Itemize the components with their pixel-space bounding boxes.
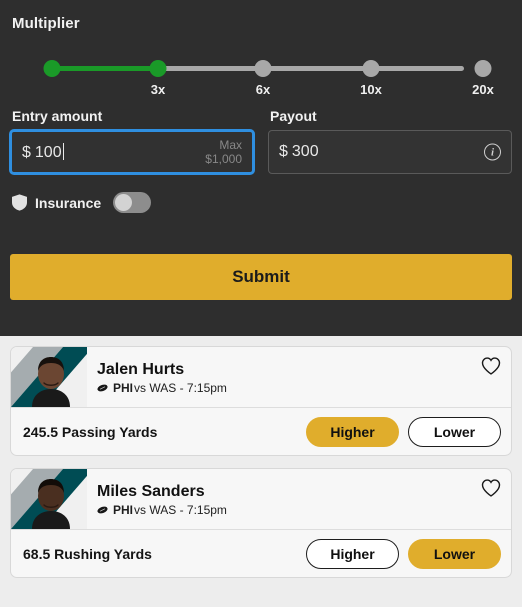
team-abbrev: PHI	[113, 502, 134, 517]
player-name: Jalen Hurts	[97, 360, 185, 378]
heart-outline-icon[interactable]	[481, 478, 501, 498]
payout-value: $300	[279, 143, 319, 161]
player-info: Miles Sanders PHI vs WAS - 7:15pm	[87, 469, 511, 529]
matchup-text: vs WAS - 7:15pm	[134, 380, 227, 395]
heart-outline-icon[interactable]	[481, 356, 501, 376]
text-caret	[62, 142, 64, 160]
slider-knob-start[interactable]	[43, 60, 61, 77]
entry-amount-number: 100	[34, 143, 62, 161]
higher-button[interactable]: Higher	[306, 416, 399, 447]
game-matchup: PHI vs WAS - 7:15pm	[97, 503, 511, 517]
player-avatar	[11, 469, 87, 529]
football-icon	[97, 506, 108, 513]
max-label: Max	[219, 138, 242, 152]
payout-display: $300 i	[268, 130, 512, 174]
insurance-toggle[interactable]	[113, 192, 152, 213]
player-headshot	[32, 357, 70, 407]
toggle-knob	[115, 194, 133, 211]
entry-amount-value: $100	[22, 142, 64, 162]
player-avatar	[11, 347, 87, 407]
card-header: Miles Sanders PHI vs WAS - 7:15pm	[11, 469, 511, 529]
pick-buttons: Higher Lower	[306, 538, 501, 569]
pick-card: Jalen Hurts PHI vs WAS - 7:15pm 245.5 Pass…	[10, 346, 512, 456]
slider-tick-20x: 20x	[472, 82, 494, 97]
stat-line: 245.5 Passing Yards	[23, 423, 158, 440]
player-info: Jalen Hurts PHI vs WAS - 7:15pm	[87, 347, 511, 407]
pick-buttons: Higher Lower	[306, 416, 501, 447]
matchup-text: vs WAS - 7:15pm	[134, 502, 227, 517]
max-amount-note: Max $1,000	[205, 138, 242, 166]
lower-button[interactable]: Lower	[408, 538, 501, 569]
stat-line: 68.5 Rushing Yards	[23, 545, 152, 562]
multiplier-heading: Multiplier	[12, 15, 80, 32]
higher-button[interactable]: Higher	[306, 538, 399, 569]
player-headshot	[32, 479, 70, 529]
entry-amount-field: Entry amount $100 Max $1,000	[10, 108, 254, 174]
payout-label: Payout	[270, 108, 317, 124]
slider-knob-6x[interactable]	[254, 60, 272, 77]
slider-fill	[52, 66, 158, 71]
lower-button[interactable]: Lower	[408, 416, 501, 447]
slider-tick-6x: 6x	[255, 82, 271, 97]
slider-knob-3x[interactable]	[149, 60, 167, 77]
shield-icon	[12, 194, 27, 211]
team-abbrev: PHI	[113, 380, 134, 395]
card-header: Jalen Hurts PHI vs WAS - 7:15pm	[11, 347, 511, 407]
info-circle-icon[interactable]: i	[484, 143, 501, 161]
pick-card: Miles Sanders PHI vs WAS - 7:15pm 68.5 Rus…	[10, 468, 512, 578]
slider-tick-10x: 10x	[360, 82, 382, 97]
submit-button[interactable]: Submit	[10, 254, 512, 300]
multiplier-slider[interactable]: 3x 6x 10x 20x	[10, 46, 512, 104]
payout-amount-number: 300	[291, 143, 319, 160]
player-name: Miles Sanders	[97, 482, 205, 500]
entry-amount-input[interactable]: $100 Max $1,000	[10, 130, 254, 174]
slider-knob-20x[interactable]	[474, 60, 492, 77]
entry-panel: Multiplier 3x 6x 10x 20x Entry amount $100 …	[0, 0, 522, 336]
card-stat-row: 68.5 Rushing Yards Higher Lower	[11, 529, 511, 577]
payout-field: Payout $300 i	[268, 108, 512, 174]
slider-knob-10x[interactable]	[362, 60, 380, 77]
app-root: Multiplier 3x 6x 10x 20x Entry amount $100 …	[0, 0, 522, 607]
insurance-row: Insurance	[10, 192, 512, 213]
entry-currency-symbol: $	[22, 143, 31, 161]
pick-card-list: Jalen Hurts PHI vs WAS - 7:15pm 245.5 Pass…	[0, 336, 522, 578]
card-stat-row: 245.5 Passing Yards Higher Lower	[11, 407, 511, 455]
slider-tick-3x: 3x	[150, 82, 166, 97]
game-matchup: PHI vs WAS - 7:15pm	[97, 381, 511, 395]
football-icon	[97, 384, 108, 391]
payout-currency-symbol: $	[279, 143, 288, 160]
entry-amount-label: Entry amount	[12, 108, 103, 124]
insurance-label: Insurance	[35, 194, 102, 211]
max-value: $1,000	[205, 152, 242, 166]
amount-fields: Entry amount $100 Max $1,000 Payout $300	[10, 108, 512, 174]
